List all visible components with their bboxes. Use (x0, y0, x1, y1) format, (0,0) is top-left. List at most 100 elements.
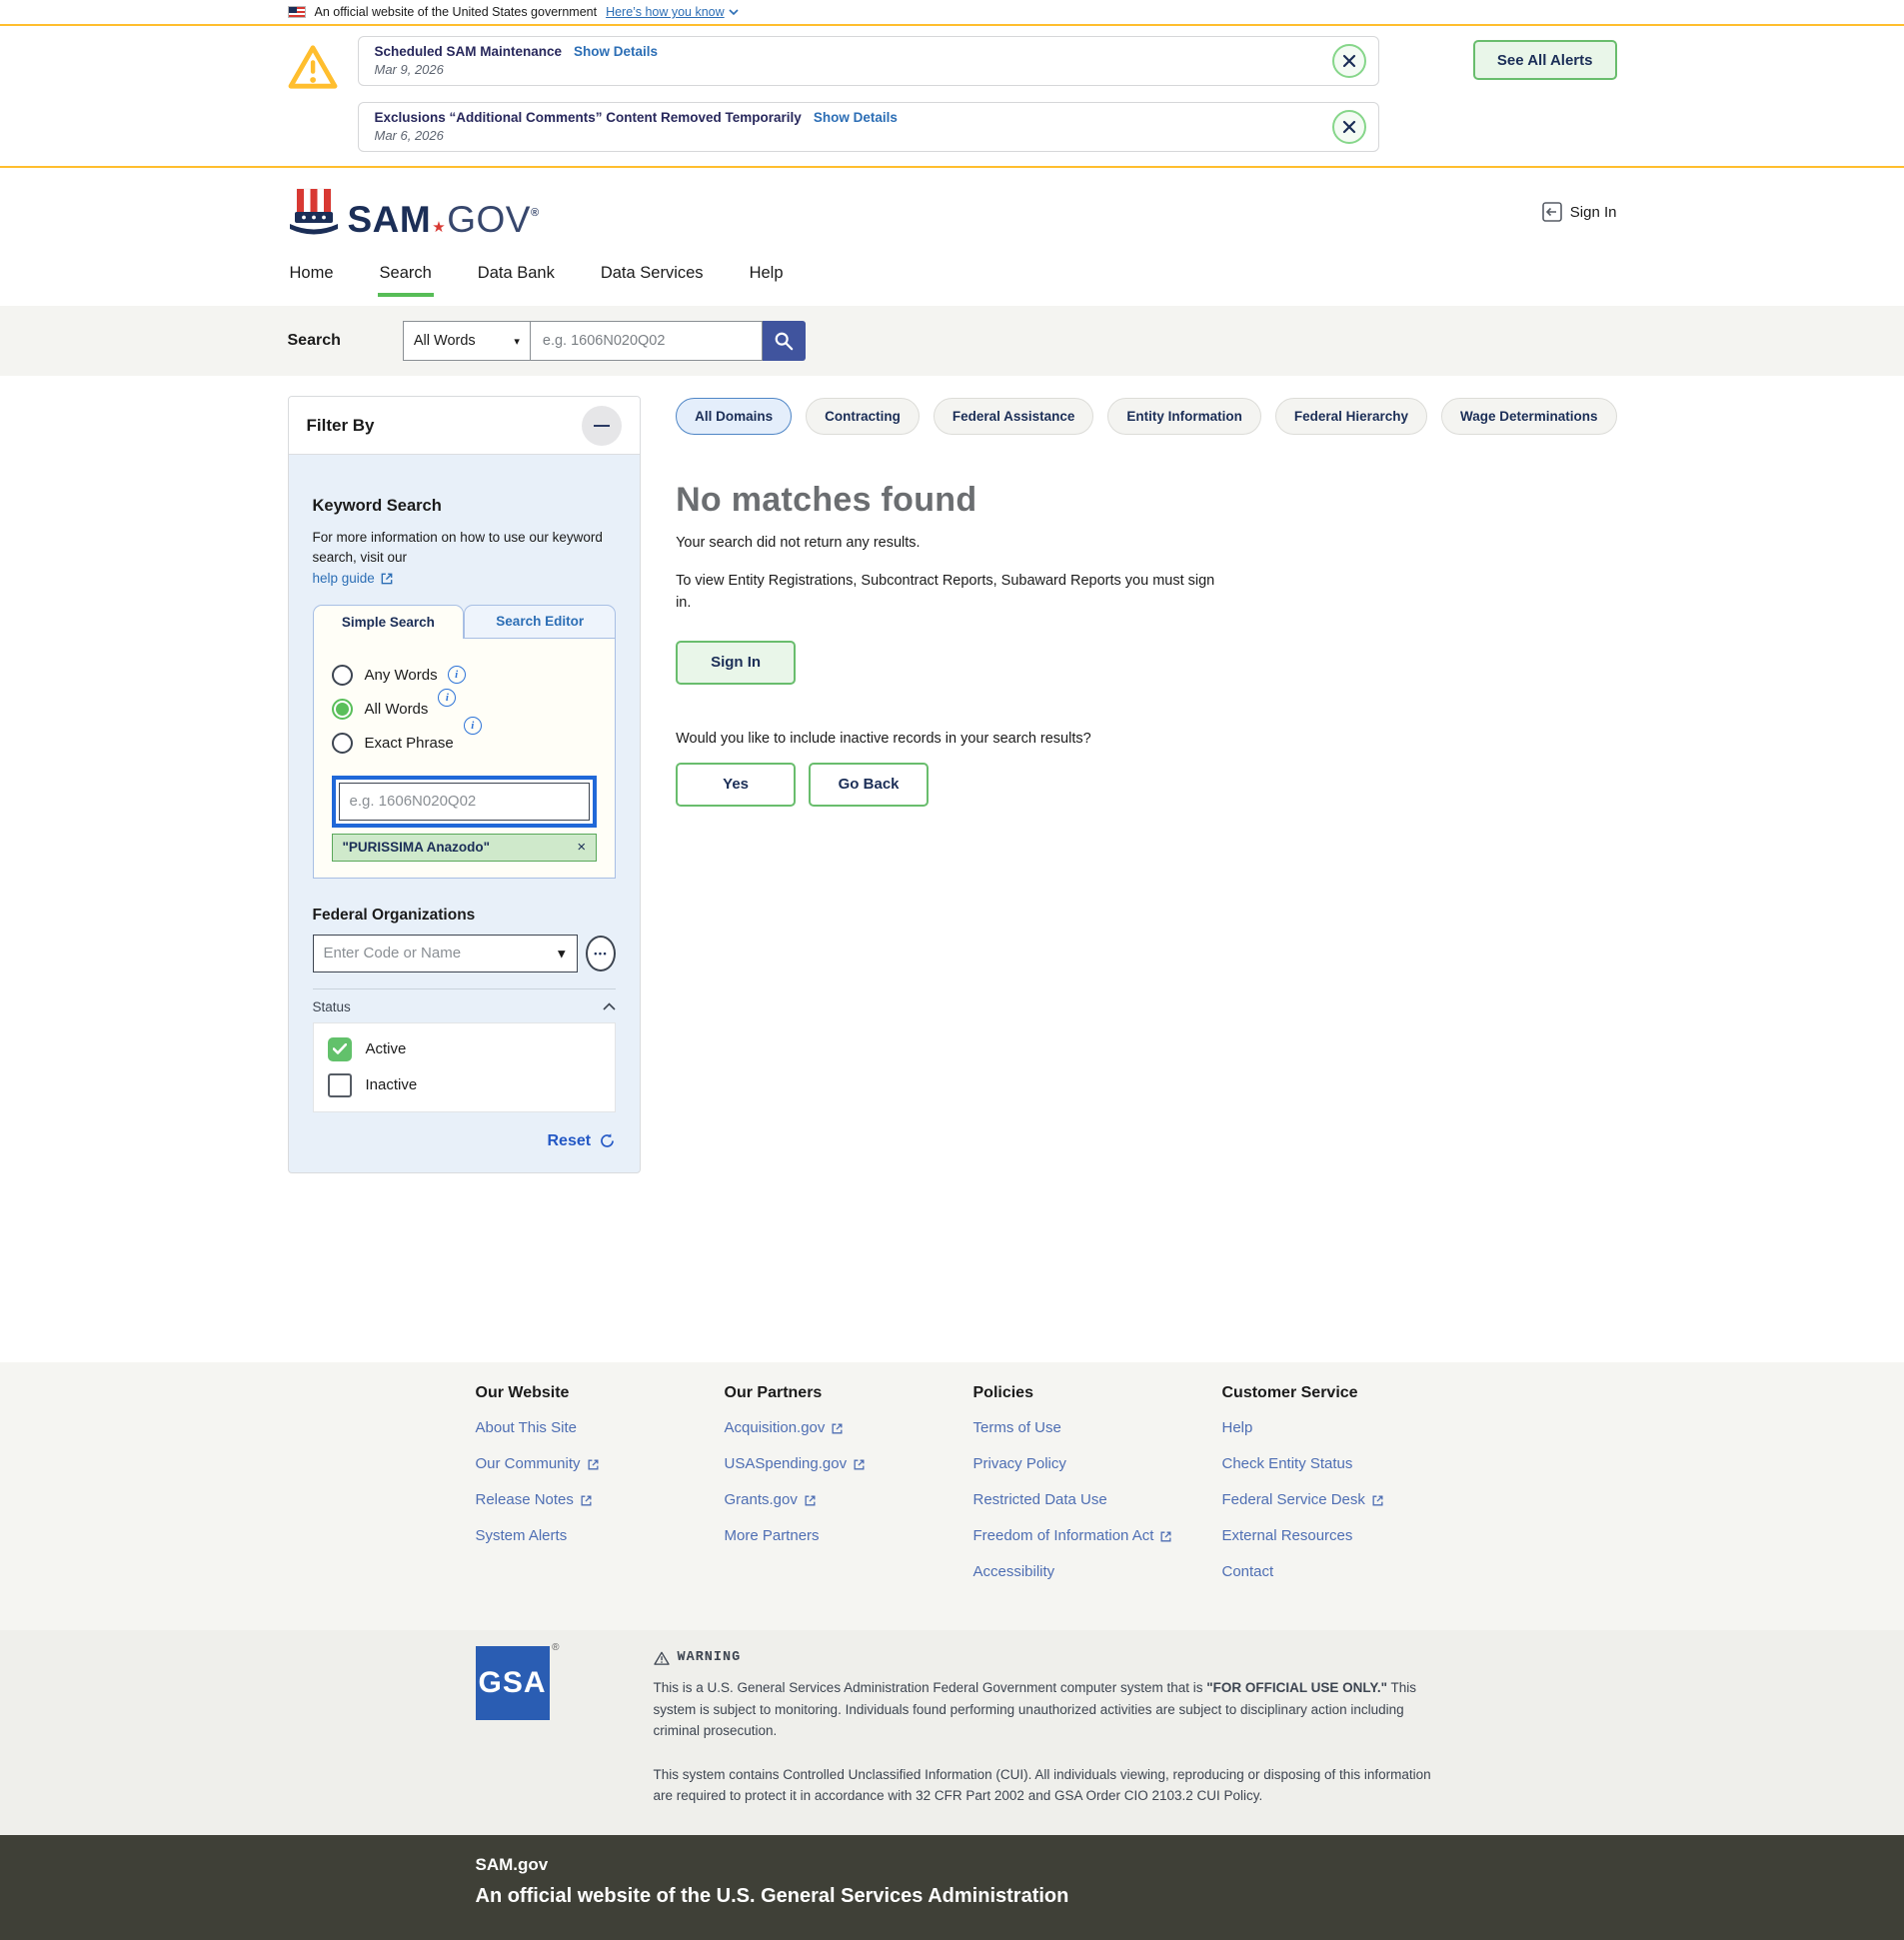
search-submit-button[interactable] (763, 321, 806, 361)
filter-collapse-button[interactable] (582, 406, 622, 446)
nav-item-home[interactable]: Home (288, 256, 336, 293)
close-icon (1342, 54, 1356, 68)
keyword-search-description: For more information on how to use our k… (313, 528, 617, 589)
keyword-input[interactable] (339, 783, 591, 821)
warning-icon (654, 1651, 670, 1665)
warning-heading: WARNING (654, 1650, 1443, 1665)
nav-item-search[interactable]: Search (378, 256, 434, 297)
logo-sam-text: SAM (348, 201, 432, 238)
footer-column-heading: Our Website (476, 1384, 725, 1402)
federal-orgs-input[interactable] (313, 935, 579, 972)
footer-links-section: Our Website About This Site Our Communit… (0, 1362, 1904, 1630)
footer-link[interactable]: About This Site (476, 1419, 577, 1438)
chip-remove-icon[interactable]: × (577, 840, 586, 855)
search-input[interactable] (530, 321, 763, 361)
help-guide-link[interactable]: help guide (313, 569, 394, 589)
footer-link[interactable]: Restricted Data Use (973, 1491, 1107, 1510)
yes-button[interactable]: Yes (676, 763, 796, 807)
footer-link[interactable]: Check Entity Status (1222, 1455, 1353, 1474)
results-section: All Domains Contracting Federal Assistan… (676, 396, 1616, 807)
status-section-header[interactable]: Status (313, 988, 617, 1014)
chevron-up-icon (603, 1002, 616, 1010)
close-icon (1342, 120, 1356, 134)
domain-pill-federal-assistance[interactable]: Federal Assistance (934, 398, 1094, 435)
banner-howto-link[interactable]: Here’s how you know (606, 5, 739, 19)
info-icon[interactable]: i (438, 689, 456, 707)
footer-link[interactable]: Accessibility (973, 1563, 1055, 1582)
radio-label: Any Words (365, 667, 438, 684)
dropdown-caret-icon: ▾ (514, 335, 520, 348)
keyword-input-focus-ring (332, 776, 598, 828)
domain-pill-entity-information[interactable]: Entity Information (1107, 398, 1261, 435)
footer-link[interactable]: Freedom of Information Act (973, 1527, 1173, 1546)
results-heading: No matches found (676, 481, 1616, 520)
footer-link[interactable]: Acquisition.gov (725, 1419, 845, 1438)
footer-link[interactable]: Release Notes (476, 1491, 593, 1510)
reset-filters-button[interactable]: Reset (313, 1132, 617, 1150)
alert-date: Mar 6, 2026 (375, 128, 1318, 143)
info-icon[interactable]: i (464, 717, 482, 735)
footer-link[interactable]: Grants.gov (725, 1491, 817, 1510)
alert-show-details-link[interactable]: Show Details (574, 44, 658, 59)
alert-close-button[interactable] (1332, 110, 1366, 144)
search-mode-select[interactable]: All Words ▾ (403, 321, 530, 361)
more-options-button[interactable]: ••• (586, 936, 616, 971)
checkbox-label: Inactive (366, 1076, 418, 1093)
domain-pill-all-domains[interactable]: All Domains (676, 398, 792, 435)
sam-logo[interactable]: SAM★GOV® (288, 186, 540, 238)
footer-link[interactable]: Privacy Policy (973, 1455, 1066, 1474)
alert-show-details-link[interactable]: Show Details (814, 110, 898, 125)
filter-title: Filter By (307, 416, 375, 436)
radio-label: Exact Phrase (365, 735, 454, 752)
footer-link[interactable]: Contact (1222, 1563, 1274, 1582)
domain-pill-wage-determinations[interactable]: Wage Determinations (1441, 398, 1617, 435)
radio-label: All Words (365, 701, 429, 718)
go-back-button[interactable]: Go Back (809, 763, 929, 807)
footer-link[interactable]: Help (1222, 1419, 1253, 1438)
main-content: Filter By Keyword Search For more inform… (0, 376, 1904, 1362)
alert-close-button[interactable] (1332, 44, 1366, 78)
keyword-chip: "PURISSIMA Anazodo" × (332, 834, 598, 862)
checkbox-row-active[interactable]: Active (328, 1037, 602, 1061)
nav-item-help[interactable]: Help (748, 256, 786, 293)
domain-pills: All Domains Contracting Federal Assistan… (676, 398, 1616, 435)
domain-pill-federal-hierarchy[interactable]: Federal Hierarchy (1275, 398, 1427, 435)
footer-link[interactable]: System Alerts (476, 1527, 568, 1546)
alert-item: Scheduled SAM Maintenance Show Details M… (358, 36, 1379, 86)
chip-label: "PURISSIMA Anazodo" (343, 840, 491, 855)
radio-exact-phrase[interactable] (332, 733, 353, 754)
sign-in-button[interactable]: Sign In (676, 641, 796, 685)
footer-link[interactable]: External Resources (1222, 1527, 1353, 1546)
footer-link[interactable]: More Partners (725, 1527, 820, 1546)
nav-item-data-bank[interactable]: Data Bank (476, 256, 557, 293)
checkbox-inactive[interactable] (328, 1073, 352, 1097)
header-sign-in-link[interactable]: Sign In (1542, 202, 1617, 222)
tab-simple-search[interactable]: Simple Search (313, 605, 465, 639)
footer-bottom-bar: SAM.gov An official website of the U.S. … (0, 1835, 1904, 1940)
primary-nav: Home Search Data Bank Data Services Help (0, 256, 1904, 306)
see-all-alerts-button[interactable]: See All Alerts (1473, 40, 1617, 80)
footer-link[interactable]: Our Community (476, 1455, 600, 1474)
warning-triangle-icon (288, 44, 338, 90)
footer-link[interactable]: Federal Service Desk (1222, 1491, 1384, 1510)
tab-search-editor[interactable]: Search Editor (464, 605, 616, 639)
gsa-registered-mark: ® (552, 1642, 559, 1653)
external-link-icon (853, 1458, 866, 1471)
keyword-search-heading: Keyword Search (313, 497, 617, 516)
nav-item-data-services[interactable]: Data Services (599, 256, 706, 293)
footer-link[interactable]: Terms of Use (973, 1419, 1061, 1438)
info-icon[interactable]: i (448, 666, 466, 684)
radio-any-words[interactable] (332, 665, 353, 686)
alert-list: Scheduled SAM Maintenance Show Details M… (358, 36, 1379, 152)
checkbox-row-inactive[interactable]: Inactive (328, 1073, 602, 1097)
footer-link[interactable]: USASpending.gov (725, 1455, 867, 1474)
minus-icon (594, 425, 610, 427)
external-link-icon (1159, 1530, 1172, 1543)
uncle-sam-hat-icon (288, 186, 340, 238)
alert-title: Scheduled SAM Maintenance (375, 44, 563, 59)
checkbox-active[interactable] (328, 1037, 352, 1061)
radio-all-words[interactable] (332, 699, 353, 720)
domain-pill-contracting[interactable]: Contracting (806, 398, 920, 435)
status-heading: Status (313, 999, 351, 1014)
logo-registered-mark: ® (531, 208, 540, 219)
